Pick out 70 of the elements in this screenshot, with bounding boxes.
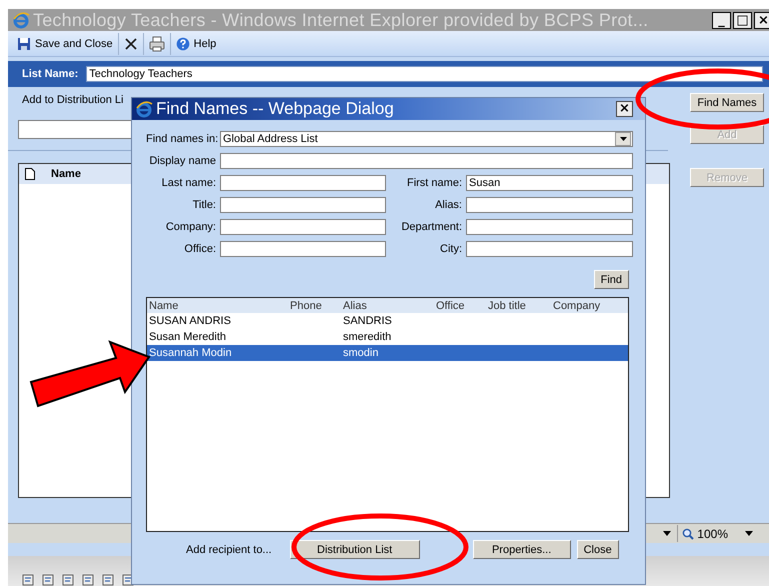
close-icon: [124, 36, 138, 50]
browser-logo-icon: [135, 100, 153, 118]
column-header[interactable]: Company: [553, 300, 628, 312]
text-field[interactable]: [220, 175, 386, 191]
text-field[interactable]: [220, 241, 386, 257]
display-name-field[interactable]: [220, 153, 633, 169]
taskbar-icon: [42, 574, 54, 586]
field-label: Office:: [183, 243, 216, 255]
address-book-dropdown[interactable]: Global Address List: [220, 131, 633, 147]
properties-button[interactable]: Properties...: [472, 540, 571, 559]
table-cell-text: SANDRIS: [343, 315, 393, 327]
find-names-button[interactable]: Find Names: [690, 93, 764, 112]
caret-icon: [620, 137, 626, 141]
taskbar-icon: [82, 574, 94, 586]
zoom-level: 100%: [697, 526, 728, 540]
minimize-button[interactable]: _: [712, 12, 731, 28]
document-icon: [25, 168, 35, 180]
close-button[interactable]: ×: [616, 101, 633, 117]
text-field[interactable]: [466, 241, 633, 257]
help-button[interactable]: Help: [170, 32, 222, 54]
table-cell-text: Susannah Modin: [149, 347, 233, 359]
field-label: Company:: [164, 221, 216, 233]
list-name-label: List Name:: [22, 68, 78, 80]
taskbar-icon: [62, 574, 74, 586]
maximize-button[interactable]: □: [733, 12, 752, 28]
text-field[interactable]: Susan: [466, 175, 633, 191]
field-label: Display name: [148, 155, 216, 167]
close-button[interactable]: ×: [754, 12, 769, 28]
column-header[interactable]: Name: [149, 300, 290, 312]
column-header[interactable]: Name: [51, 168, 81, 180]
list-name-field[interactable]: Technology Teachers: [86, 66, 763, 82]
text-field[interactable]: [466, 197, 633, 213]
field-label: First name:: [406, 177, 462, 189]
result-row[interactable]: Susan Meredith smeredith: [147, 329, 628, 345]
taskbar-icon: [102, 574, 114, 586]
dialog-title: Find Names -- Webpage Dialog: [156, 99, 395, 119]
caret-icon: [745, 531, 753, 536]
column-header[interactable]: Office: [436, 300, 488, 312]
add-recipient-label: Add recipient to...: [186, 544, 272, 556]
close-button[interactable]: Close: [576, 540, 619, 559]
save-and-close-button[interactable]: Save and Close: [12, 32, 118, 54]
field-label: Find names in:: [146, 133, 216, 145]
text-field[interactable]: [466, 219, 633, 235]
field-label: Last name:: [160, 177, 216, 189]
field-label: Department:: [400, 221, 462, 233]
column-header[interactable]: Alias: [343, 300, 436, 312]
window-title: Technology Teachers - Windows Internet Explorer provided by BCPS Prot...: [33, 10, 650, 30]
column-header[interactable]: Phone: [290, 300, 343, 312]
result-row[interactable]: SUSAN ANDRIS SANDRIS: [147, 313, 628, 329]
column-header[interactable]: Job title: [488, 300, 553, 312]
field-label: Alias:: [434, 199, 462, 211]
zoom-icon: [682, 528, 694, 540]
table-cell-text: SUSAN ANDRIS: [149, 315, 232, 327]
find-button[interactable]: Find: [594, 270, 629, 289]
field-label: City:: [439, 243, 462, 255]
taskbar-icon: [22, 574, 34, 586]
browser-logo-icon: [12, 11, 30, 29]
distribution-list-button[interactable]: Distribution List: [290, 540, 420, 559]
caret-icon: [663, 531, 672, 536]
table-cell-text: Susan Meredith: [149, 331, 228, 343]
help-icon: [176, 36, 190, 50]
result-row[interactable]: Susannah Modin smodin: [147, 345, 628, 361]
field-label: Title:: [192, 199, 216, 211]
text-field[interactable]: [220, 219, 386, 235]
text-field[interactable]: [220, 197, 386, 213]
save-icon: [17, 36, 31, 50]
printer-icon: [148, 36, 165, 52]
table-cell-text: smeredith: [343, 331, 392, 343]
zoom-control[interactable]: 100%: [677, 525, 753, 542]
table-cell-text: smodin: [343, 347, 380, 359]
